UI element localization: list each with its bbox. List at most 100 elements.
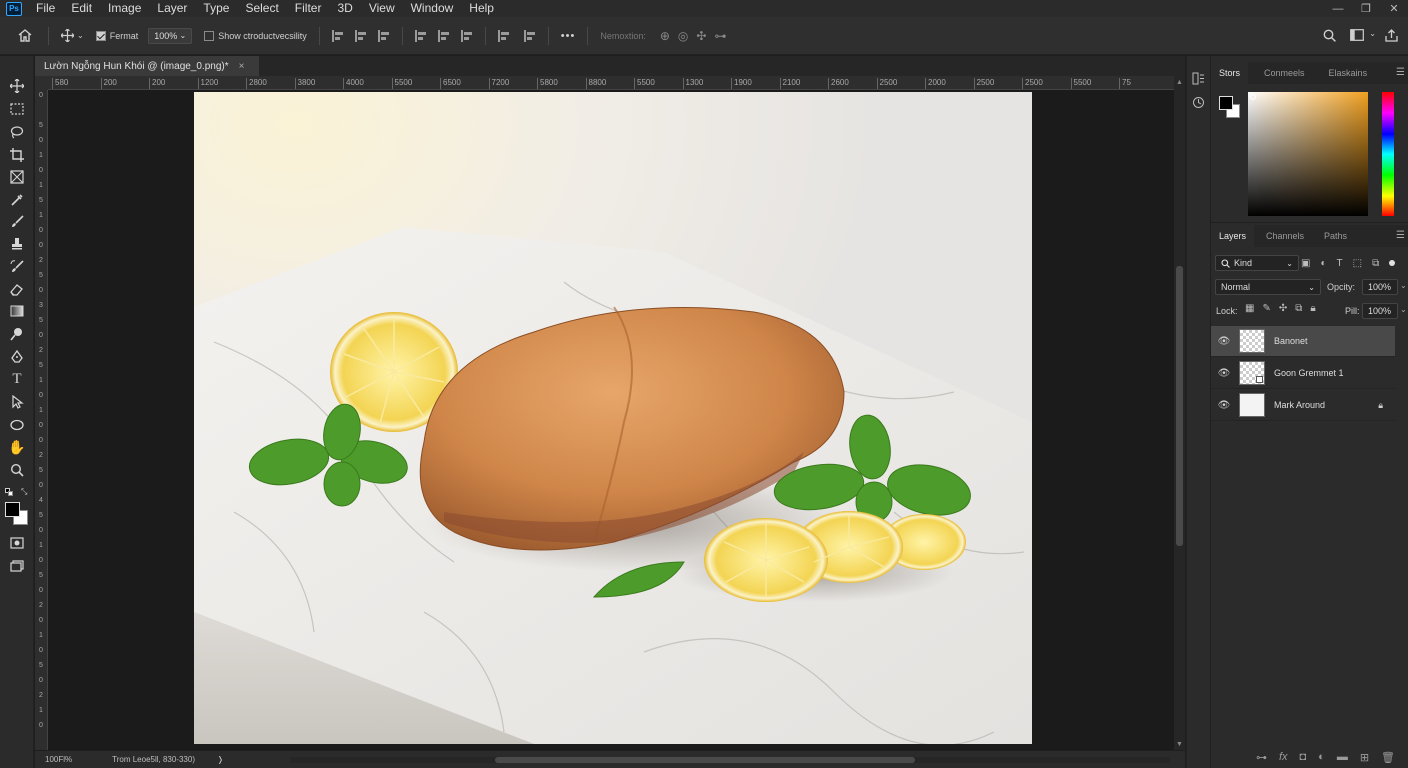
layer-filter-select[interactable]: Kind ⌄ [1215, 255, 1299, 271]
menu-file[interactable]: File [36, 0, 55, 17]
horizontal-scrollbar[interactable] [290, 757, 1170, 763]
swap-colors-icon[interactable]: ⤡ [21, 487, 27, 497]
menu-window[interactable]: Window [411, 0, 454, 17]
menu-type[interactable]: Type [203, 0, 229, 17]
align-right-icon[interactable] [377, 29, 390, 42]
restore-button[interactable]: ❐ [1352, 0, 1380, 17]
lock-transparent-icon[interactable]: ▦ [1245, 303, 1254, 314]
brush-tool-icon[interactable] [5, 212, 29, 232]
eyedropper-tool-icon[interactable] [5, 190, 29, 210]
new-layer-icon[interactable]: ⊞ [1360, 751, 1369, 764]
layer-row-mark-around[interactable]: 👁︎ Mark Around 🔒︎ [1211, 390, 1395, 421]
pen-tool-icon[interactable] [5, 347, 29, 367]
search-icon[interactable] [1323, 29, 1336, 42]
dodge-tool-icon[interactable] [5, 324, 29, 344]
frame-tool-icon[interactable] [5, 167, 29, 187]
lock-artboard-icon[interactable]: ⧉ [1295, 303, 1302, 314]
panel-menu-icon[interactable]: ☰ [1396, 230, 1405, 241]
horizontal-scroll-thumb[interactable] [495, 757, 915, 763]
workspace-icon[interactable] [1350, 29, 1364, 41]
vertical-scroll-thumb[interactable] [1176, 266, 1183, 546]
format-checkbox[interactable] [95, 30, 106, 41]
visibility-eye-icon[interactable]: 👁︎ [1211, 336, 1237, 347]
3d-orbit-icon[interactable]: ⊕ [660, 29, 670, 43]
fill-input[interactable]: 100% [1362, 303, 1398, 319]
chevron-down-icon[interactable]: ⌄ [1400, 305, 1407, 314]
filter-type-icon[interactable]: T [1337, 258, 1343, 269]
close-tab-icon[interactable]: × [239, 61, 245, 72]
status-arrow-icon[interactable]: ❭ [217, 755, 224, 764]
tab-libraries[interactable]: Elaskains [1321, 62, 1376, 84]
marquee-tool-icon[interactable] [5, 99, 29, 119]
properties-panel-icon[interactable] [1192, 96, 1205, 112]
lock-image-icon[interactable]: ✎ [1262, 303, 1270, 314]
lock-all-icon[interactable]: 🔒︎ [1310, 303, 1315, 314]
type-tool-icon[interactable]: T [5, 369, 29, 389]
align-middle-icon[interactable] [437, 29, 450, 42]
more-options-button[interactable]: ••• [561, 30, 576, 42]
default-colors-icon[interactable] [5, 488, 13, 496]
panel-menu-icon[interactable]: ☰ [1396, 67, 1405, 78]
visibility-eye-icon[interactable]: 👁︎ [1211, 368, 1237, 379]
align-top-icon[interactable] [414, 29, 427, 42]
color-panel-foreground-swatch[interactable] [1219, 96, 1233, 110]
horizontal-ruler[interactable]: 580 200 200 1200 2800 3800 4000 5500 6500 7200 580… [48, 76, 1174, 90]
link-layers-icon[interactable]: ⊶ [1256, 751, 1267, 764]
layer-style-fx-icon[interactable]: fx [1279, 751, 1288, 763]
tab-channels[interactable]: Channels [1258, 225, 1312, 247]
tab-layers[interactable]: Layers [1211, 225, 1255, 247]
crop-tool-icon[interactable] [5, 145, 29, 165]
eraser-tool-icon[interactable] [5, 279, 29, 299]
chevron-down-icon[interactable]: ⌄ [77, 31, 84, 40]
tab-paths[interactable]: Paths [1316, 225, 1355, 247]
vertical-scrollbar[interactable]: ▲ ▼ [1174, 76, 1185, 750]
distribute-vertical-icon[interactable] [523, 29, 536, 42]
menu-select[interactable]: Select [245, 0, 278, 17]
move-tool-icon[interactable] [59, 29, 75, 42]
layer-row-goon-gremmet[interactable]: 👁︎ Goon Gremmet 1 [1211, 358, 1395, 389]
gradient-tool-icon[interactable] [5, 301, 29, 321]
move-tool-icon[interactable] [5, 76, 29, 96]
3d-slide-icon[interactable]: ⊶ [714, 29, 726, 43]
document-tab[interactable]: Lườn Ngỗng Hun Khói @ (image_0.png)* × [35, 56, 259, 76]
filter-shape-icon[interactable]: ⬚ [1353, 258, 1362, 269]
align-left-icon[interactable] [331, 29, 344, 42]
color-picker-cursor[interactable] [1250, 94, 1256, 100]
home-icon[interactable] [16, 29, 34, 42]
filter-smart-object-icon[interactable]: ⧉ [1372, 258, 1379, 269]
distribute-horizontal-icon[interactable] [497, 29, 510, 42]
minimize-button[interactable]: — [1324, 0, 1352, 17]
color-picker-field[interactable] [1248, 92, 1368, 216]
menu-3d[interactable]: 3D [337, 0, 352, 17]
menu-view[interactable]: View [369, 0, 395, 17]
scroll-down-icon[interactable]: ▼ [1176, 741, 1183, 748]
adjustment-layer-icon[interactable]: ◐ [1318, 751, 1325, 763]
quick-mask-icon[interactable] [5, 533, 29, 553]
3d-roll-icon[interactable]: ◎ [678, 29, 688, 43]
ellipse-tool-icon[interactable] [5, 415, 29, 435]
tab-swatches[interactable]: Stors [1211, 62, 1249, 84]
delete-layer-icon[interactable]: 🗑︎ [1381, 751, 1395, 764]
share-icon[interactable] [1385, 29, 1398, 42]
close-window-button[interactable]: ✕ [1380, 0, 1408, 17]
lasso-tool-icon[interactable] [5, 122, 29, 142]
screen-mode-icon[interactable] [5, 556, 29, 576]
3d-pan-icon[interactable]: ✣ [696, 29, 706, 43]
filter-adjustment-icon[interactable]: ◐ [1320, 258, 1326, 269]
add-mask-icon[interactable]: ◘ [1300, 751, 1307, 763]
stamp-tool-icon[interactable] [5, 234, 29, 254]
menu-filter[interactable]: Filter [295, 0, 322, 17]
visibility-eye-icon[interactable]: 👁︎ [1211, 400, 1237, 411]
path-selection-tool-icon[interactable] [5, 392, 29, 412]
lock-position-icon[interactable]: ✣ [1279, 303, 1287, 314]
show-checkbox[interactable] [204, 30, 215, 41]
blend-mode-select[interactable]: Normal ⌄ [1215, 279, 1321, 295]
layer-row-banonet[interactable]: 👁︎ Banonet [1211, 326, 1395, 357]
chevron-down-icon[interactable]: ⌄ [1400, 281, 1407, 290]
tab-adjustments[interactable]: Conmeels [1256, 62, 1313, 84]
menu-help[interactable]: Help [469, 0, 494, 17]
document-info[interactable]: Trom Leoe5ll, 830-330) [112, 755, 195, 764]
menu-edit[interactable]: Edit [71, 0, 92, 17]
align-center-icon[interactable] [354, 29, 367, 42]
foreground-color-swatch[interactable] [5, 502, 20, 517]
